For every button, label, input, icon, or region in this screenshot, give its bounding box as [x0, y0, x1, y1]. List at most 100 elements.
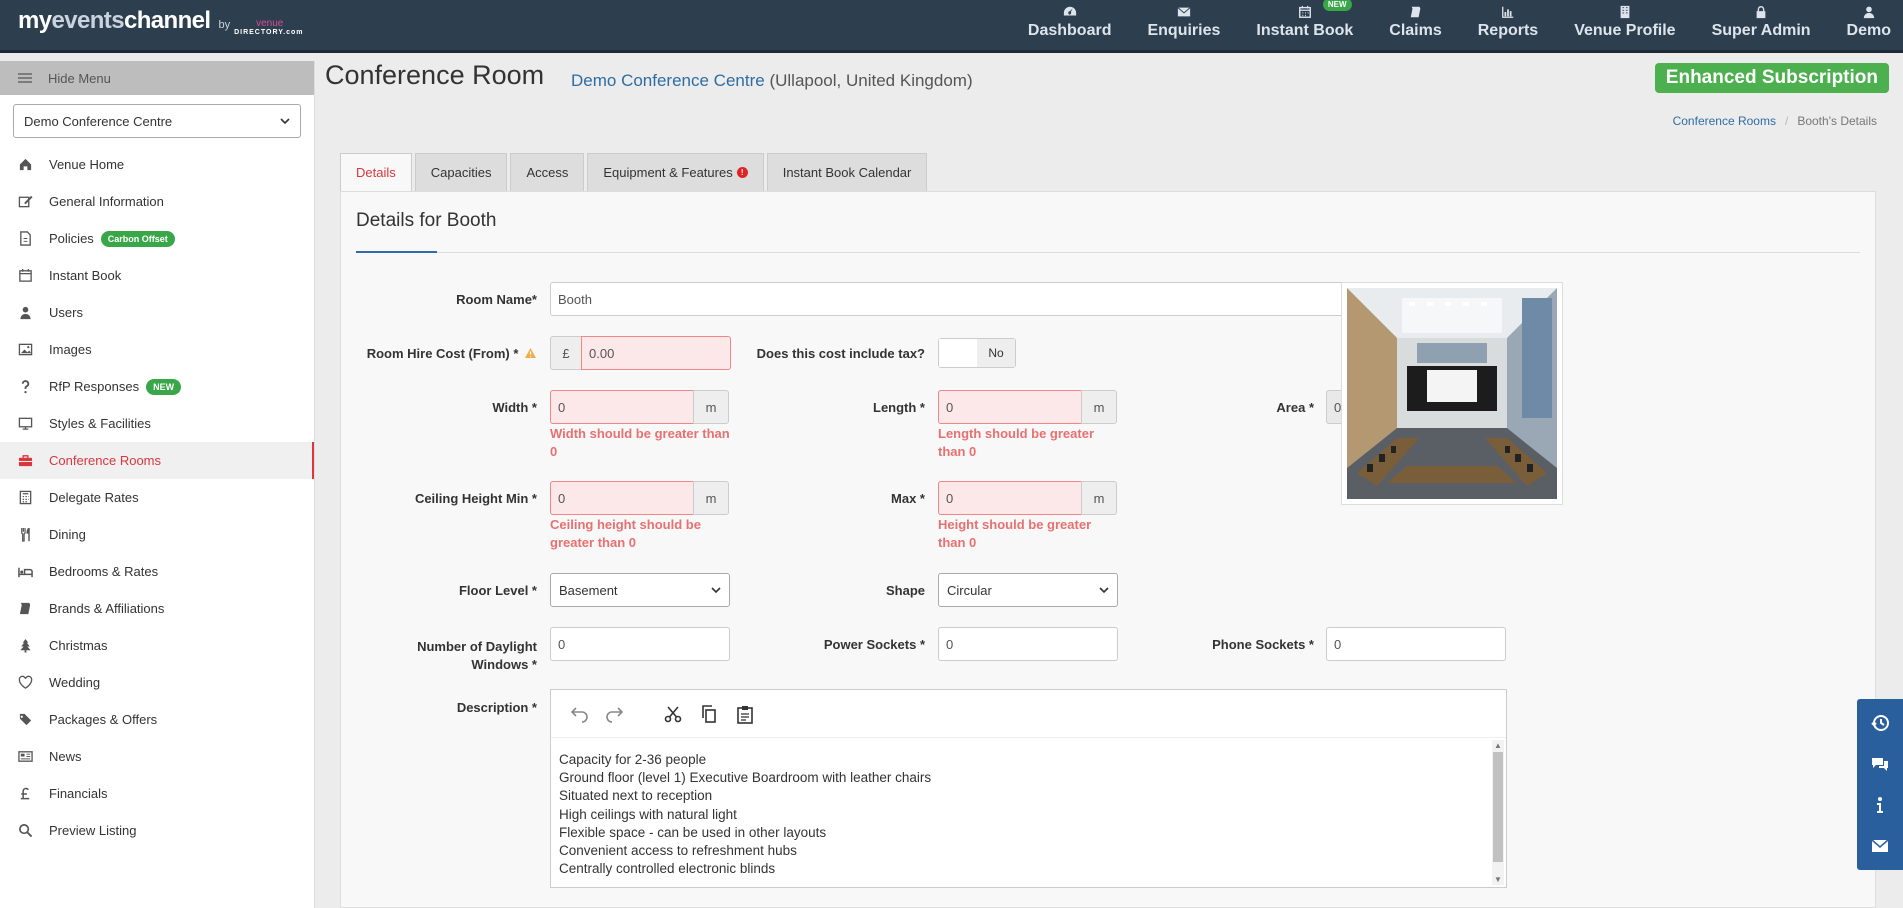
subscription-button[interactable]: Enhanced Subscription	[1654, 63, 1889, 93]
hire-cost-label-text: Room Hire Cost (From) *	[366, 346, 519, 361]
power-sockets-label: Power Sockets *	[823, 637, 925, 652]
ceiling-max-label: Max *	[891, 491, 925, 506]
tax-toggle[interactable]: No	[938, 338, 1016, 368]
tab-access[interactable]: Access	[510, 153, 585, 191]
editor-scrollbar[interactable]: ▲ ▼	[1492, 740, 1504, 885]
home-icon	[19, 158, 32, 171]
divider	[356, 252, 1860, 253]
sidebar-item-policies[interactable]: Policies Carbon Offset	[0, 220, 314, 257]
width-input[interactable]: 0	[550, 390, 694, 424]
envelope-icon[interactable]	[1870, 836, 1890, 856]
sidebar-item-images[interactable]: Images	[0, 331, 314, 368]
nav-claims-label: Claims	[1389, 22, 1442, 39]
nav-reports[interactable]: Reports	[1460, 0, 1556, 50]
nav-demo-user[interactable]: Demo	[1829, 0, 1903, 50]
description-editor[interactable]: Capacity for 2-36 people Ground floor (le…	[550, 689, 1507, 888]
sidebar-item-users[interactable]: Users	[0, 294, 314, 331]
sidebar-item-instant-book[interactable]: Instant Book	[0, 257, 314, 294]
sidebar-item-conference-rooms[interactable]: Conference Rooms	[0, 442, 314, 479]
sidebar-item-wedding[interactable]: Wedding	[0, 664, 314, 701]
building-icon	[1620, 5, 1630, 19]
nav-demo-label: Demo	[1846, 22, 1891, 39]
nav-super-admin-label: Super Admin	[1711, 22, 1811, 39]
tax-label: Does this cost include tax?	[756, 346, 925, 361]
sidebar-item-styles-and-facilities[interactable]: Styles & Facilities	[0, 405, 314, 442]
ceiling-min-input[interactable]: 0	[550, 481, 694, 515]
sidebar-item-dining[interactable]: Dining	[0, 516, 314, 553]
daylight-windows-input[interactable]: 0	[550, 627, 730, 661]
new-badge: NEW	[1322, 0, 1352, 11]
book-icon	[19, 602, 31, 615]
scroll-down-icon[interactable]: ▼	[1493, 875, 1503, 884]
undo-icon[interactable]	[569, 704, 589, 724]
scroll-thumb[interactable]	[1493, 752, 1503, 862]
sidebar-item-packages-and-offers[interactable]: Packages & Offers	[0, 701, 314, 738]
description-content[interactable]: Capacity for 2-36 people Ground floor (le…	[551, 738, 1506, 891]
scroll-up-icon[interactable]: ▲	[1493, 741, 1503, 750]
sidebar-item-delegate-rates[interactable]: Delegate Rates	[0, 479, 314, 516]
sidebar-item-label: Instant Book	[49, 268, 122, 283]
venue-select-value: Demo Conference Centre	[24, 113, 173, 129]
tab-details-label: Details	[356, 165, 396, 180]
sidebar-item-label: Brands & Affiliations	[49, 601, 165, 616]
sidebar-item-christmas[interactable]: Christmas	[0, 627, 314, 664]
toggle-knob	[939, 339, 977, 367]
nav-dashboard[interactable]: Dashboard	[1010, 0, 1130, 50]
venue-location: (Ullapool, United Kingdom)	[769, 71, 973, 90]
sidebar-item-label: Wedding	[49, 675, 101, 690]
power-sockets-input[interactable]: 0	[938, 627, 1118, 661]
sidebar-item-brands-and-affiliations[interactable]: Brands & Affiliations	[0, 590, 314, 627]
details-panel: Details for Booth Room Name* Booth Room …	[340, 191, 1876, 908]
nav-claims[interactable]: Claims	[1371, 0, 1459, 50]
monitor-icon	[18, 417, 33, 430]
tab-details[interactable]: Details	[340, 153, 412, 191]
copy-icon[interactable]	[699, 704, 719, 724]
nav-instant-book-label: Instant Book	[1256, 22, 1354, 39]
history-icon[interactable]	[1870, 713, 1890, 733]
nav-enquiries-label: Enquiries	[1147, 22, 1221, 39]
area-label: Area *	[1276, 400, 1314, 415]
sidebar-item-label: Users	[49, 305, 83, 320]
sidebar-item-general-information[interactable]: General Information	[0, 183, 314, 220]
tab-capacities[interactable]: Capacities	[414, 153, 508, 191]
tags-icon	[18, 713, 32, 726]
length-input[interactable]: 0	[938, 390, 1082, 424]
ceiling-min-label: Ceiling Height Min *	[414, 491, 537, 506]
tab-equipment-features[interactable]: Equipment & Features!	[587, 153, 764, 191]
venue-select[interactable]: Demo Conference Centre	[13, 104, 301, 138]
shape-select[interactable]: Circular	[938, 573, 1118, 607]
sidebar-item-bedrooms-and-rates[interactable]: Bedrooms & Rates	[0, 553, 314, 590]
floor-level-select[interactable]: Basement	[550, 573, 730, 607]
bar-chart-icon	[1502, 6, 1514, 18]
chat-icon[interactable]	[1870, 754, 1890, 774]
sidebar-item-venue-home[interactable]: Venue Home	[0, 146, 314, 183]
breadcrumb-conference-rooms[interactable]: Conference Rooms	[1673, 114, 1776, 128]
redo-icon[interactable]	[605, 704, 625, 724]
ceiling-max-input[interactable]: 0	[938, 481, 1082, 515]
nav-venue-profile[interactable]: Venue Profile	[1556, 0, 1693, 50]
tab-instant-book-calendar[interactable]: Instant Book Calendar	[766, 153, 928, 191]
venue-link[interactable]: Demo Conference Centre	[571, 71, 765, 90]
info-icon[interactable]	[1870, 795, 1890, 815]
width-error: Width should be greater than 0	[550, 426, 730, 459]
nav-super-admin[interactable]: Super Admin	[1694, 0, 1829, 50]
sidebar-item-news[interactable]: News	[0, 738, 314, 775]
nav-instant-book[interactable]: NEW Instant Book	[1238, 0, 1371, 50]
app-logo[interactable]: myeventschannel by venue DIRECTORY.com	[18, 7, 303, 39]
user-icon	[1863, 6, 1875, 19]
shape-label: Shape	[885, 583, 925, 598]
sidebar-item-preview-listing[interactable]: Preview Listing	[0, 812, 314, 849]
sidebar-menu: Venue Home General Information Policies Car…	[0, 146, 314, 849]
cut-icon[interactable]	[663, 704, 683, 724]
length-unit: m	[1081, 390, 1117, 424]
sidebar-item-rfp-responses[interactable]: RfP Responses NEW	[0, 368, 314, 405]
nav-enquiries[interactable]: Enquiries	[1129, 0, 1238, 50]
sidebar-item-financials[interactable]: Financials	[0, 775, 314, 812]
paste-icon[interactable]	[735, 704, 755, 724]
description-line: Ground floor (level 1) Executive Boardro…	[559, 770, 932, 786]
room-photo[interactable]	[1341, 282, 1563, 505]
phone-sockets-input[interactable]: 0	[1326, 627, 1506, 661]
nav-dashboard-label: Dashboard	[1027, 22, 1112, 39]
description-line: High ceilings with natural light	[559, 806, 737, 822]
hide-menu-button[interactable]: Hide Menu	[0, 61, 314, 95]
